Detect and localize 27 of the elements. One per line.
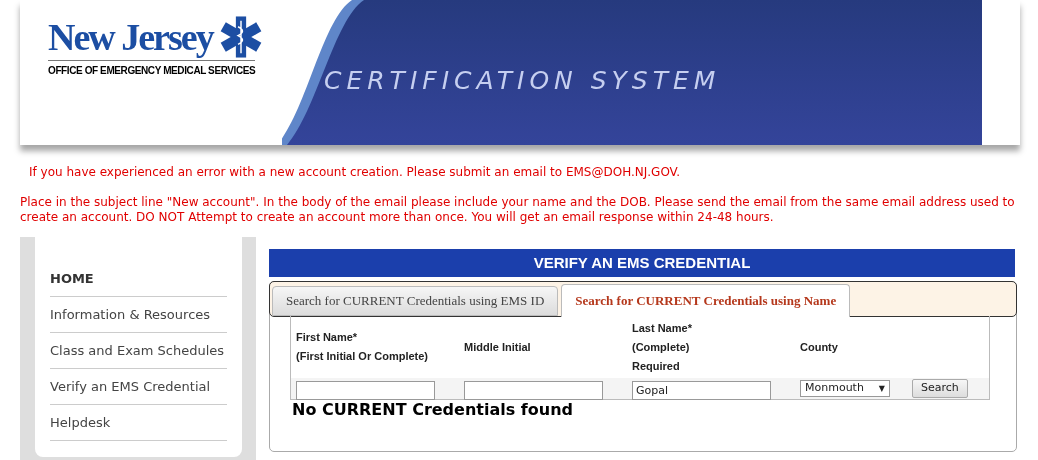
notice-text: Place in the subject line "New account". In the body of the email please include your name and the DOB. Please send the email from the same email address used to create an account. DO NOT Attempt to create an account more than once. You will get an email response within 24-48 hours. [19,195,1016,225]
field-label: (First Initial Or Complete) [296,349,429,364]
county-dropdown[interactable]: Monmouth ▼ [800,380,890,397]
field-label: First Name* [296,330,359,345]
text-field[interactable] [464,380,603,400]
sidebar-item[interactable]: Helpdesk [50,412,111,433]
tab[interactable]: Search for CURRENT Credentials using Name [561,284,851,317]
sidebar-item[interactable]: Verify an EMS Credential [50,376,211,397]
sidebar-item[interactable]: HOME [50,268,94,289]
search-button[interactable]: Search [912,379,968,398]
panel-title: VERIFY AN EMS CREDENTIAL [269,249,1015,277]
star-of-life-icon [218,15,263,59]
system-title: CERTIFICATION SYSTEM [324,65,721,97]
field-label: Middle Initial [464,339,532,355]
field-label: Required [632,358,681,374]
result-message: No CURRENT Credentials found [292,400,574,420]
sidebar-item[interactable]: Class and Exam Schedules [50,340,225,361]
logo-title: New Jersey [48,15,215,60]
sidebar-item[interactable]: Information & Resources [50,304,211,325]
field-label: County [800,339,839,355]
text-field[interactable]: Gopal [632,380,771,400]
tab[interactable]: Search for CURRENT Credentials using EMS ID [272,286,559,316]
logo-subtitle: OFFICE OF EMERGENCY MEDICAL SERVICES [48,60,256,78]
notice-text: If you have experienced an error with a new account creation. Please submit an email to EMS@DOH.NJ.GOV. [28,165,682,180]
text-field[interactable] [296,380,435,400]
field-label: Last Name* [632,320,693,336]
field-label: (Complete) [632,339,691,355]
